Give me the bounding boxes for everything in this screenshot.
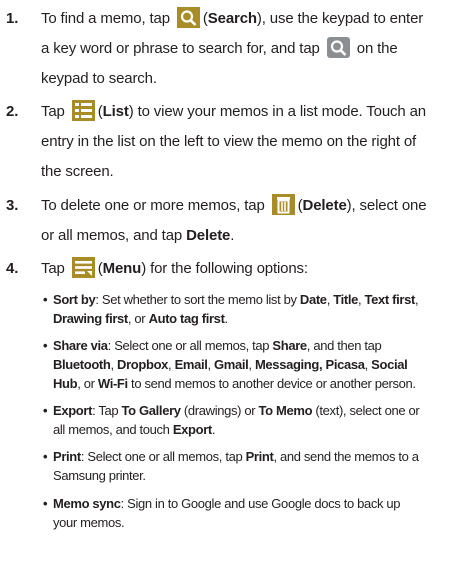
option-text: Export: Tap To Gallery (drawings) or To … <box>53 403 420 437</box>
manual-page: 1. To find a memo, tap (Search), use the… <box>0 0 474 573</box>
menu-icon <box>71 257 95 278</box>
step-number: 3. <box>6 197 19 214</box>
search-icon <box>176 7 200 28</box>
option-text: Share via: Select one or all memos, tap … <box>53 338 416 391</box>
step-text: Tap (Menu) for the following options: <box>41 254 466 284</box>
bullet-dot: • <box>43 403 48 418</box>
step-number: 1. <box>6 10 19 27</box>
list-icon <box>71 100 95 121</box>
step-number: 4. <box>6 260 19 277</box>
option-text: Sort by: Set whether to sort the memo li… <box>53 292 419 326</box>
bullet-dot: • <box>43 338 48 353</box>
bullet-dot: • <box>43 292 48 307</box>
search-icon <box>326 37 350 58</box>
step-text: To find a memo, tap (Search), use the ke… <box>41 4 466 94</box>
step-text: To delete one or more memos, tap (Delete… <box>41 191 466 251</box>
step-number: 2. <box>6 103 19 120</box>
bullet-dot: • <box>43 449 48 464</box>
delete-icon <box>271 194 295 215</box>
bullet-dot: • <box>43 496 48 511</box>
option-text: Print: Select one or all memos, tap Prin… <box>53 449 419 483</box>
step-text: Tap (List) to view your memos in a list … <box>41 97 466 187</box>
option-text: Memo sync: Sign in to Google and use Goo… <box>53 496 401 530</box>
